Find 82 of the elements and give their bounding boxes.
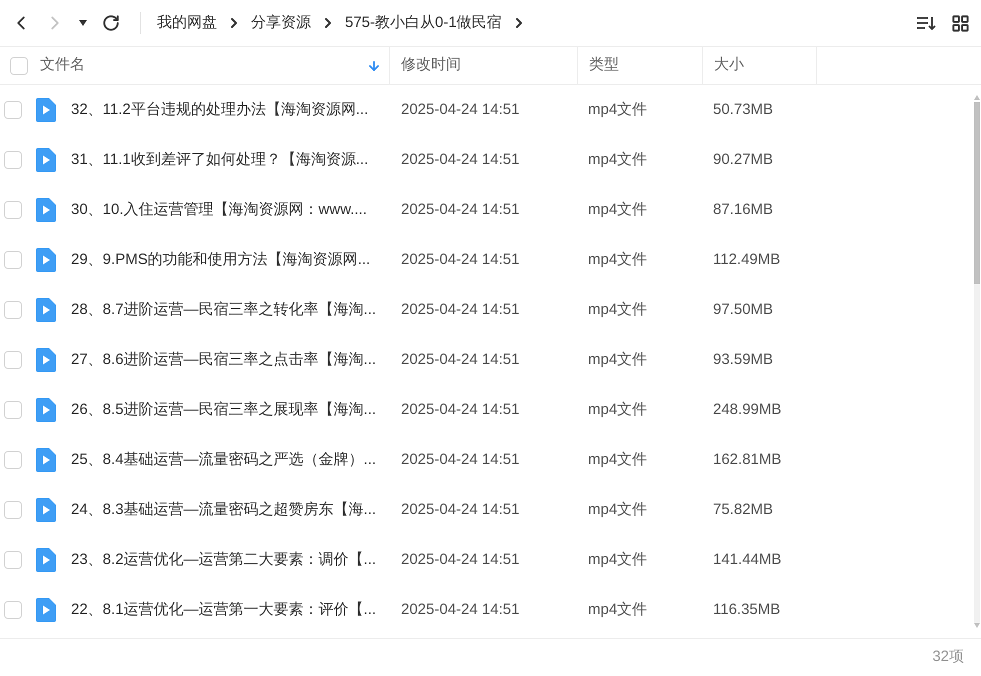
file-size: 116.35MB xyxy=(713,600,780,620)
file-name: 24、8.3基础运营—流量密码之超赞房东【海... xyxy=(71,500,378,520)
checkbox[interactable] xyxy=(4,251,22,269)
file-size: 75.82MB xyxy=(713,500,774,520)
file-size: 87.16MB xyxy=(713,200,774,220)
file-name: 32、11.2平台违规的处理办法【海淘资源网... xyxy=(71,100,370,120)
checkbox[interactable] xyxy=(4,451,22,469)
checkbox[interactable] xyxy=(4,151,22,169)
modified-time: 2025-04-24 14:51 xyxy=(401,450,520,470)
modified-time: 2025-04-24 14:51 xyxy=(401,250,520,270)
modified-time: 2025-04-24 14:51 xyxy=(401,200,520,220)
column-header[interactable]: 修改时间 xyxy=(390,47,578,84)
video-file-icon xyxy=(36,398,56,422)
checkbox[interactable] xyxy=(4,401,22,419)
file-name: 28、8.7进阶运营—民宿三率之转化率【海淘... xyxy=(71,300,378,320)
refresh-icon xyxy=(102,14,120,32)
video-file-icon xyxy=(36,248,56,272)
video-file-icon xyxy=(36,98,56,122)
checkbox[interactable] xyxy=(4,301,22,319)
file-name: 31、11.1收到差评了如何处理？【海淘资源... xyxy=(71,150,370,170)
file-name: 29、9.PMS的功能和使用方法【海淘资源网... xyxy=(71,250,372,270)
modified-time: 2025-04-24 14:51 xyxy=(401,100,520,120)
video-file-icon xyxy=(36,298,56,322)
modified-time: 2025-04-24 14:51 xyxy=(401,550,520,570)
scroll-up-arrow-icon[interactable] xyxy=(974,95,980,100)
dropdown-triangle-icon xyxy=(78,19,88,27)
checkbox[interactable] xyxy=(4,101,22,119)
file-type: mp4文件 xyxy=(588,150,648,170)
breadcrumb-link[interactable]: 575-教小白从0-1做民宿 xyxy=(341,12,506,34)
column-header[interactable]: 大小 xyxy=(703,47,817,84)
file-size: 112.49MB xyxy=(713,250,780,270)
file-name: 26、8.5进阶运营—民宿三率之展现率【海淘... xyxy=(71,400,378,420)
modified-time: 2025-04-24 14:51 xyxy=(401,500,520,520)
item-count: 32项 xyxy=(932,647,964,668)
breadcrumb-link[interactable]: 分享资源 xyxy=(247,12,315,34)
file-type: mp4文件 xyxy=(588,600,648,620)
file-size: 248.99MB xyxy=(713,400,782,420)
breadcrumb-link[interactable]: 我的网盘 xyxy=(153,12,221,34)
checkbox[interactable] xyxy=(4,201,22,219)
file-type: mp4文件 xyxy=(588,300,648,320)
scroll-down-arrow-icon[interactable] xyxy=(974,623,980,628)
modified-time: 2025-04-24 14:51 xyxy=(401,350,520,370)
checkbox[interactable] xyxy=(4,501,22,519)
file-size: 93.59MB xyxy=(713,350,774,370)
checkbox[interactable] xyxy=(10,56,28,74)
file-type: mp4文件 xyxy=(588,250,648,270)
file-name: 23、8.2运营优化—运营第二大要素：调价【... xyxy=(71,550,378,570)
modified-time: 2025-04-24 14:51 xyxy=(401,150,520,170)
scrollbar-thumb[interactable] xyxy=(974,102,980,284)
video-file-icon xyxy=(36,348,56,372)
file-type: mp4文件 xyxy=(588,450,648,470)
column-header[interactable]: 类型 xyxy=(578,47,703,84)
video-file-icon xyxy=(36,448,56,472)
column-header[interactable]: 文件名 xyxy=(34,47,390,84)
file-type: mp4文件 xyxy=(588,500,648,520)
checkbox[interactable] xyxy=(4,551,22,569)
file-size: 50.73MB xyxy=(713,100,774,120)
modified-time: 2025-04-24 14:51 xyxy=(401,300,520,320)
modified-time: 2025-04-24 14:51 xyxy=(401,600,520,620)
sort-descending-icon xyxy=(367,58,381,72)
file-type: mp4文件 xyxy=(588,200,648,220)
file-type: mp4文件 xyxy=(588,100,648,120)
file-name: 25、8.4基础运营—流量密码之严选（金牌）... xyxy=(71,450,378,470)
file-name: 22、8.1运营优化—运营第一大要素：评价【... xyxy=(71,600,378,620)
modified-time: 2025-04-24 14:51 xyxy=(401,400,520,420)
checkbox[interactable] xyxy=(4,351,22,369)
file-size: 97.50MB xyxy=(713,300,774,320)
file-name: 27、8.6进阶运营—民宿三率之点击率【海淘... xyxy=(71,350,378,370)
file-type: mp4文件 xyxy=(588,550,648,570)
video-file-icon xyxy=(36,548,56,572)
video-file-icon xyxy=(36,198,56,222)
video-file-icon xyxy=(36,598,56,622)
file-type: mp4文件 xyxy=(588,400,648,420)
file-size: 141.44MB xyxy=(713,550,782,570)
file-size: 90.27MB xyxy=(713,150,774,170)
video-file-icon xyxy=(36,148,56,172)
file-size: 162.81MB xyxy=(713,450,782,470)
file-name: 30、10.入住运营管理【海淘资源网：www.... xyxy=(71,200,368,220)
checkbox[interactable] xyxy=(4,601,22,619)
video-file-icon xyxy=(36,498,56,522)
sort-list-icon xyxy=(916,15,936,31)
file-type: mp4文件 xyxy=(588,350,648,370)
